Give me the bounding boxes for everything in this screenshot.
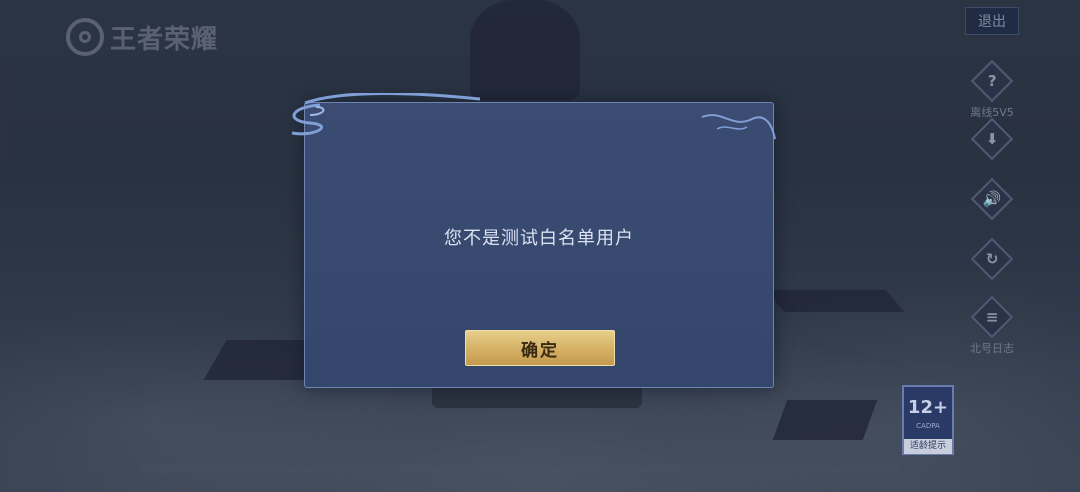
- side-panel-handle[interactable]: [0, 62, 8, 162]
- download-button[interactable]: ⬇: [962, 117, 1022, 161]
- notes-button[interactable]: ≡ 北号日志: [962, 295, 1022, 356]
- confirm-button[interactable]: 确定: [465, 330, 615, 366]
- corner-decoration-icon: [701, 114, 776, 140]
- game-screen: 王者荣耀 退出 ? 离线5V5 ⬇ 🔊 ↻ ≡ 北号日志 12+ CADPA 适…: [0, 0, 1080, 492]
- repair-icon: ↻: [970, 237, 1014, 281]
- game-logo: 王者荣耀: [66, 18, 218, 56]
- dialog-message: 您不是测试白名单用户: [444, 228, 634, 249]
- sound-icon: 🔊: [970, 177, 1014, 221]
- logo-icon: [66, 18, 104, 56]
- cloud-decoration-icon: [291, 93, 480, 136]
- help-icon: ?: [970, 59, 1014, 103]
- download-icon: ⬇: [970, 117, 1014, 161]
- age-rating-badge: 12+ CADPA 适龄提示: [902, 385, 954, 455]
- sound-button[interactable]: 🔊: [962, 177, 1022, 221]
- notes-icon: ≡: [970, 295, 1014, 339]
- logo-text: 王者荣耀: [110, 24, 219, 55]
- age-rating-note: 适龄提示: [904, 439, 952, 454]
- age-rating-number: 12+: [907, 397, 949, 418]
- offline-5v5-button[interactable]: ? 离线5V5: [962, 59, 1022, 120]
- age-rating-org: CADPA: [916, 422, 940, 430]
- repair-button[interactable]: ↻: [962, 237, 1022, 281]
- alert-dialog: 您不是测试白名单用户 确定: [291, 93, 776, 388]
- exit-button[interactable]: 退出: [965, 7, 1019, 35]
- notes-label: 北号日志: [970, 342, 1014, 355]
